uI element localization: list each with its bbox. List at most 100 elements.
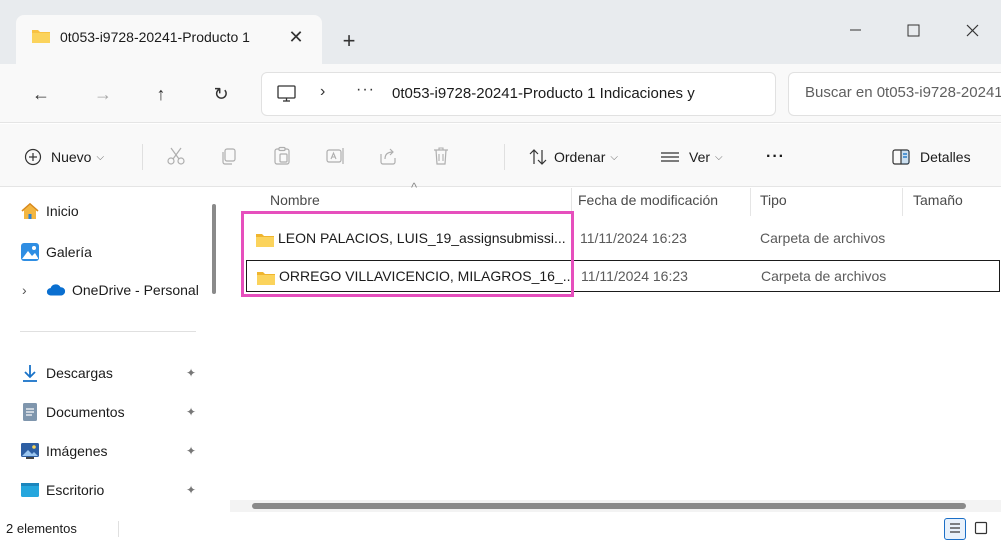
details-view-icon xyxy=(948,521,962,538)
pictures-icon xyxy=(20,441,40,461)
paste-button[interactable] xyxy=(272,145,292,169)
horizontal-scrollbar[interactable] xyxy=(230,500,1001,512)
back-button[interactable]: ← xyxy=(28,81,54,107)
close-window-button[interactable] xyxy=(950,10,996,42)
sidebar-item-label: Galería xyxy=(46,244,92,260)
title-bar: 0t053-i9728-20241-Producto 1 ✕ + xyxy=(0,0,1001,65)
minimize-button[interactable] xyxy=(832,10,878,42)
search-box[interactable] xyxy=(788,72,1001,116)
column-divider[interactable] xyxy=(902,188,903,216)
column-header-date[interactable]: Fecha de modificación xyxy=(578,192,718,208)
up-button[interactable]: ↑ xyxy=(148,81,174,107)
column-divider[interactable] xyxy=(750,188,751,216)
breadcrumb-more-button[interactable]: ··· xyxy=(356,81,375,99)
toolbar-divider xyxy=(142,144,143,170)
documents-icon xyxy=(20,402,40,422)
sort-ascending-icon: ^ xyxy=(411,180,418,195)
rename-icon xyxy=(325,146,347,169)
sidebar-item-onedrive[interactable]: › OneDrive - Personal xyxy=(22,277,199,303)
details-pane-button[interactable]: Detalles xyxy=(892,145,971,169)
share-button[interactable] xyxy=(378,145,398,169)
sidebar-item-label: Documentos xyxy=(46,404,125,420)
gallery-icon xyxy=(20,242,40,262)
download-icon xyxy=(20,363,40,383)
forward-button[interactable]: → xyxy=(90,81,116,107)
chevron-down-icon: ⌵ xyxy=(610,151,618,163)
rename-button[interactable] xyxy=(325,145,347,169)
scissors-icon xyxy=(166,146,186,169)
plus-circle-icon xyxy=(24,148,42,166)
breadcrumb-current-folder[interactable]: 0t053-i9728-20241-Producto 1 Indicacione… xyxy=(392,85,695,102)
details-button-label: Detalles xyxy=(920,149,971,165)
sidebar-item-label: Escritorio xyxy=(46,482,105,498)
sidebar-item-home[interactable]: Inicio xyxy=(20,198,79,224)
command-bar: Nuevo ⌵ Ordenar ⌵ Ver ⌵ ··· Detalles xyxy=(0,124,1001,187)
tab-close-button[interactable]: ✕ xyxy=(284,25,308,49)
sort-icon xyxy=(528,147,548,167)
sidebar-item-downloads[interactable]: Descargas xyxy=(20,360,113,386)
view-list-icon xyxy=(660,147,680,167)
view-button[interactable]: Ver ⌵ xyxy=(660,145,723,169)
details-view-button[interactable] xyxy=(944,518,966,540)
file-list: ^ Nombre Fecha de modificación Tipo Tama… xyxy=(230,180,1001,515)
navigation-bar: ← → ↑ ↻ › ··· 0t053-i9728-20241-Producto… xyxy=(0,64,1001,123)
sidebar-item-label: Descargas xyxy=(46,365,113,381)
address-bar[interactable]: › ··· 0t053-i9728-20241-Producto 1 Indic… xyxy=(261,72,776,116)
folder-icon xyxy=(31,28,51,47)
trash-icon xyxy=(431,146,451,169)
refresh-button[interactable]: ↻ xyxy=(208,81,234,107)
delete-button[interactable] xyxy=(431,145,451,169)
sidebar-divider xyxy=(20,331,196,332)
column-header-name[interactable]: Nombre xyxy=(270,192,320,208)
clipboard-icon xyxy=(272,146,292,169)
pin-icon: ✦ xyxy=(186,444,197,458)
file-date: 11/11/2024 16:23 xyxy=(581,268,688,284)
column-header-type[interactable]: Tipo xyxy=(760,192,787,208)
view-button-label: Ver xyxy=(689,149,711,165)
file-date: 11/11/2024 16:23 xyxy=(580,230,687,246)
tab-title: 0t053-i9728-20241-Producto 1 xyxy=(60,29,250,45)
monitor-icon xyxy=(276,84,298,107)
copy-button[interactable] xyxy=(219,145,239,169)
cut-button[interactable] xyxy=(166,145,186,169)
chevron-down-icon: ⌵ xyxy=(96,151,105,163)
details-pane-icon xyxy=(892,149,910,165)
search-input[interactable] xyxy=(805,84,1001,101)
sidebar-scrollbar[interactable] xyxy=(212,204,216,294)
item-count: 2 elementos xyxy=(6,521,77,536)
tiles-view-icon xyxy=(974,521,988,538)
file-type: Carpeta de archivos xyxy=(761,268,887,284)
expand-chevron-icon[interactable]: › xyxy=(22,282,27,298)
maximize-button[interactable] xyxy=(890,10,936,42)
sidebar-item-label: OneDrive - Personal xyxy=(72,282,199,298)
sidebar-item-desktop[interactable]: Escritorio xyxy=(20,477,104,503)
sidebar-item-label: Inicio xyxy=(46,203,79,219)
sidebar-item-pictures[interactable]: Imágenes xyxy=(20,438,107,464)
highlight-box xyxy=(241,211,574,297)
sort-button-label: Ordenar xyxy=(554,149,606,165)
desktop-icon xyxy=(20,480,40,500)
status-divider xyxy=(118,521,119,537)
column-header-size[interactable]: Tamaño xyxy=(913,192,963,208)
new-button[interactable]: Nuevo ⌵ xyxy=(24,145,104,169)
sidebar-item-gallery[interactable]: Galería xyxy=(20,239,92,265)
toolbar-divider xyxy=(504,144,505,170)
tiles-view-button[interactable] xyxy=(970,518,992,540)
sidebar-item-label: Imágenes xyxy=(46,443,108,459)
breadcrumb-separator-icon[interactable]: › xyxy=(320,83,325,101)
navigation-pane: Inicio Galería › OneDrive - Personal Des… xyxy=(0,188,216,515)
sort-button[interactable]: Ordenar ⌵ xyxy=(528,145,618,169)
sidebar-item-documents[interactable]: Documentos xyxy=(20,399,125,425)
pin-icon: ✦ xyxy=(186,366,197,380)
cloud-icon xyxy=(46,280,66,300)
new-tab-button[interactable]: + xyxy=(336,28,362,54)
share-icon xyxy=(378,146,398,169)
file-type: Carpeta de archivos xyxy=(760,230,886,246)
more-options-button[interactable]: ··· xyxy=(766,145,785,169)
pin-icon: ✦ xyxy=(186,483,197,497)
chevron-down-icon: ⌵ xyxy=(715,151,723,163)
tab-current-folder[interactable]: 0t053-i9728-20241-Producto 1 ✕ xyxy=(16,15,322,65)
scrollbar-thumb[interactable] xyxy=(252,503,966,509)
pin-icon: ✦ xyxy=(186,405,197,419)
copy-icon xyxy=(219,146,239,169)
